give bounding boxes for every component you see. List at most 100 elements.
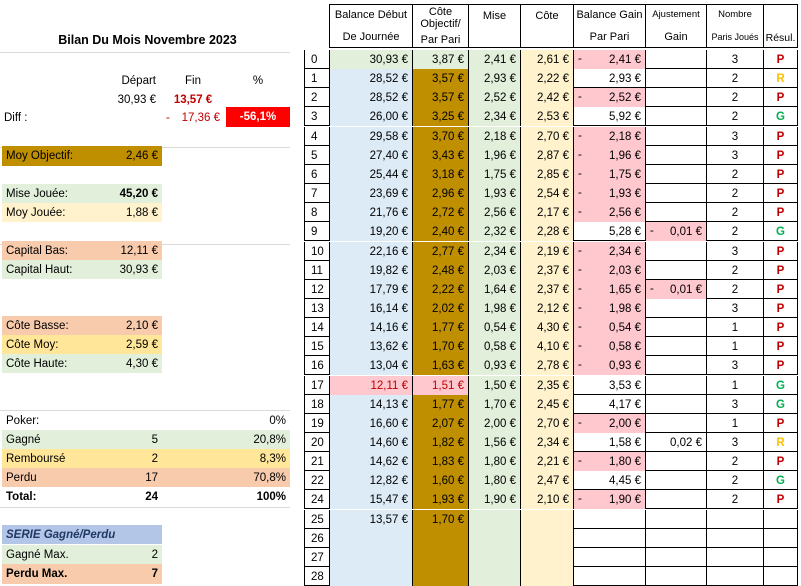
table-row: 20 14,60 €1,82 €1,56 €2,34 €1,58 €0,02 €3… [304, 433, 798, 452]
table-row: 10 22,16 €2,77 €2,34 €2,19 €2,34 € -3 P [304, 242, 798, 261]
header-text: Par Pari [589, 31, 630, 43]
ajustement-cell [646, 127, 707, 146]
mise-cell: 1,90 € [469, 490, 521, 509]
balance-debut-cell: 16,14 € [330, 299, 413, 318]
result-cell: G [764, 222, 798, 241]
result-cell: P [764, 184, 798, 203]
ajustement-cell [646, 318, 707, 337]
mise-cell: 2,18 € [469, 127, 521, 146]
negative-sign: - [578, 168, 582, 180]
balance-gain-cell: 1,58 € [574, 433, 646, 452]
ajustement-cell [646, 69, 707, 88]
ajustement-cell [646, 165, 707, 184]
objectif-cell: 2,48 € [413, 261, 469, 280]
cote-cell: 2,12 € [521, 299, 574, 318]
row-number: 27 [304, 548, 330, 567]
paris-joues-cell [707, 548, 764, 567]
table-row: 22 12,82 €1,60 €1,80 €2,47 €4,45 € 2 G [304, 471, 798, 490]
ajustement-cell [646, 529, 707, 548]
objectif-cell: 1,60 € [413, 471, 469, 490]
mise-cell: 1,56 € [469, 433, 521, 452]
cote-cell: 2,87 € [521, 146, 574, 165]
result-cell: P [764, 337, 798, 356]
col-header-ajustement: Ajustement Gain [646, 4, 707, 48]
result-cell: P [764, 299, 798, 318]
result-cell: G [764, 107, 798, 126]
header-text: Par Pari [420, 34, 461, 46]
mise-cell [469, 548, 521, 567]
table-row: 5 27,40 €3,43 €1,96 €2,87 €1,96 € -3 P [304, 146, 798, 165]
ajustement-cell [646, 50, 707, 69]
balance-debut-cell: 22,16 € [330, 242, 413, 261]
ajustement-cell [646, 299, 707, 318]
mise-cell: 2,56 € [469, 203, 521, 222]
ajustement-cell [646, 510, 707, 529]
paris-joues-cell: 2 [707, 107, 764, 126]
mise-cell: 1,64 € [469, 280, 521, 299]
header-text: De Journée [342, 31, 400, 43]
table-row: 26 [304, 529, 798, 548]
result-cell [764, 510, 798, 529]
paris-joues-cell: 2 [707, 184, 764, 203]
mise-cell: 2,93 € [469, 69, 521, 88]
bets-table: Balance Début De Journée Côte Objectif/ … [0, 0, 801, 586]
mise-cell: 2,52 € [469, 88, 521, 107]
negative-sign: - [578, 130, 582, 142]
header-text: Mise [482, 10, 507, 22]
cote-cell: 4,10 € [521, 337, 574, 356]
objectif-cell [413, 548, 469, 567]
objectif-cell: 2,02 € [413, 299, 469, 318]
paris-joues-cell: 1 [707, 318, 764, 337]
ajustement-cell [646, 88, 707, 107]
header-text: Côte [535, 10, 559, 22]
balance-gain-cell: 0,93 € [574, 356, 646, 375]
table-row: 18 14,13 €1,77 €1,70 €2,45 €4,17 € 3 G [304, 395, 798, 414]
balance-debut-cell: 26,00 € [330, 107, 413, 126]
paris-joues-cell: 3 [707, 299, 764, 318]
paris-joues-cell: 3 [707, 433, 764, 452]
balance-gain-cell: 5,92 € [574, 107, 646, 126]
balance-debut-cell: 19,20 € [330, 222, 413, 241]
ajustement-cell [646, 414, 707, 433]
balance-debut-cell: 28,52 € [330, 88, 413, 107]
objectif-cell: 1,82 € [413, 433, 469, 452]
paris-joues-cell: 3 [707, 242, 764, 261]
cote-cell: 2,22 € [521, 69, 574, 88]
table-row: 0 30,93 €3,87 €2,41 €2,61 €2,41 € -3 P [304, 50, 798, 69]
mise-cell: 1,50 € [469, 376, 521, 395]
mise-cell: 2,34 € [469, 242, 521, 261]
row-number: 21 [304, 452, 330, 471]
col-header-mise: Mise [469, 4, 521, 48]
negative-sign: - [578, 417, 582, 429]
negative-sign: - [578, 245, 582, 257]
paris-joues-cell: 3 [707, 127, 764, 146]
ajustement-cell [646, 242, 707, 261]
objectif-cell: 1,83 € [413, 452, 469, 471]
row-number: 8 [304, 203, 330, 222]
col-header-result: Résul. [764, 4, 798, 48]
balance-gain-cell: 1,93 € [574, 184, 646, 203]
result-cell: P [764, 127, 798, 146]
balance-debut-cell: 19,82 € [330, 261, 413, 280]
row-number: 9 [304, 222, 330, 241]
objectif-cell: 3,57 € [413, 69, 469, 88]
cote-cell: 2,37 € [521, 261, 574, 280]
balance-debut-cell: 21,76 € [330, 203, 413, 222]
cote-cell [521, 529, 574, 548]
table-row: 21 14,62 €1,83 €1,80 €2,21 €1,80 € -2 P [304, 452, 798, 471]
ajustement-cell [646, 376, 707, 395]
ajustement-cell [646, 471, 707, 490]
balance-gain-cell: 2,52 € [574, 88, 646, 107]
balance-gain-cell: 4,45 € [574, 471, 646, 490]
balance-gain-cell [574, 510, 646, 529]
negative-sign: - [578, 283, 582, 295]
objectif-cell [413, 567, 469, 586]
balance-debut-cell [330, 567, 413, 586]
cote-cell [521, 510, 574, 529]
paris-joues-cell: 3 [707, 356, 764, 375]
negative-sign: - [578, 91, 582, 103]
ajustement-cell [646, 261, 707, 280]
paris-joues-cell: 1 [707, 376, 764, 395]
objectif-cell: 1,70 € [413, 337, 469, 356]
cote-cell: 2,28 € [521, 222, 574, 241]
